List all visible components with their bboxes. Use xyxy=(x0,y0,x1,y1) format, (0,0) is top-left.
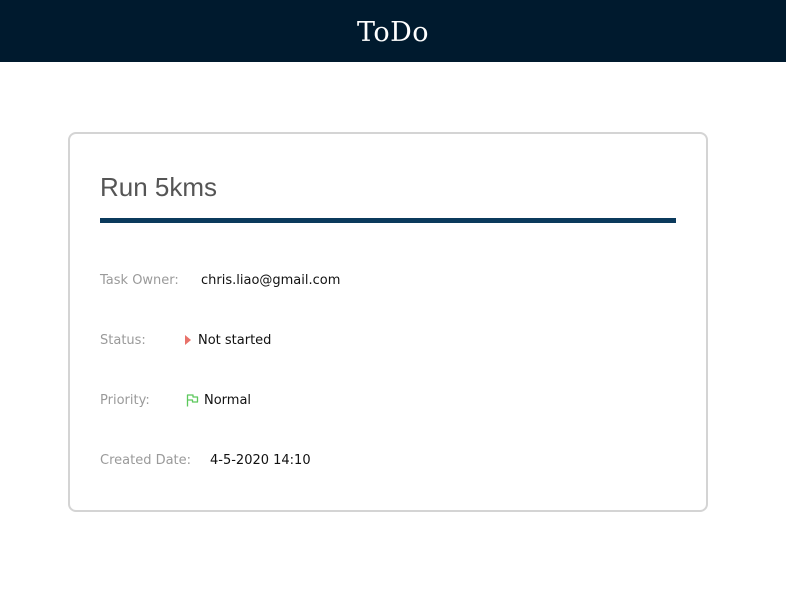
status-row: Status: Not started xyxy=(100,328,271,352)
status-label: Status: xyxy=(100,332,146,348)
status-value: Not started xyxy=(198,332,272,348)
task-owner-label: Task Owner: xyxy=(100,272,179,288)
created-date-label: Created Date: xyxy=(100,452,192,468)
task-card: Run 5kms Task Owner: chris.liao@gmail.co… xyxy=(68,132,708,512)
title-divider xyxy=(100,218,676,223)
task-owner-value: chris.liao@gmail.com xyxy=(201,272,341,288)
flag-icon xyxy=(181,393,204,407)
created-date-value: 4-5-2020 14:10 xyxy=(210,452,311,468)
created-date-row: Created Date: 4-5-2020 14:10 xyxy=(100,448,311,472)
task-owner-row: Task Owner: chris.liao@gmail.com xyxy=(100,268,340,292)
priority-label: Priority: xyxy=(100,392,150,408)
task-title: Run 5kms xyxy=(100,172,218,202)
app-header: ToDo xyxy=(0,0,786,62)
priority-row: Priority: Normal xyxy=(100,388,251,412)
app-title: ToDo xyxy=(356,16,430,48)
play-triangle-icon xyxy=(178,335,198,345)
priority-value: Normal xyxy=(204,392,252,408)
